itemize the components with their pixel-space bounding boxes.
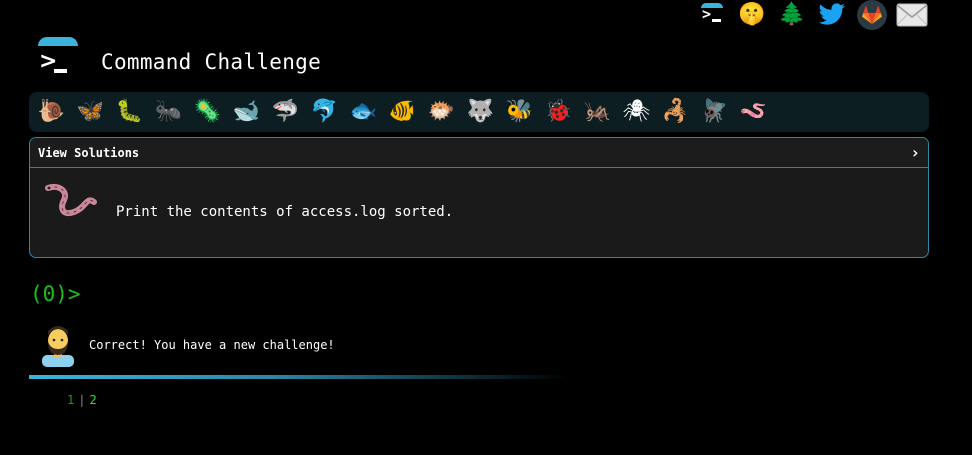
twitter-icon[interactable] (816, 0, 848, 30)
page: > 🤫 🌲 > Command Challenge 🐌 🦋 🐛 🐜 🦠 🐋 🦈 … (0, 0, 972, 455)
tropical-fish-icon[interactable]: 🐠 (386, 96, 419, 128)
spider-icon[interactable]: 🕷 (620, 96, 653, 128)
terminal-icon[interactable]: > (696, 0, 728, 30)
view-solutions-label: View Solutions (38, 145, 140, 160)
bee-icon[interactable]: 🐝 (503, 96, 536, 128)
page-link-1[interactable]: 1 (67, 393, 74, 407)
ant-icon[interactable]: 🐜 (152, 96, 185, 128)
challenge-body: Print the contents of access.log sorted. (30, 168, 928, 256)
worm-icon[interactable]: 🪱 (737, 96, 770, 128)
challenge-description: Print the contents of access.log sorted. (116, 204, 454, 220)
logo-icon[interactable]: > (36, 37, 80, 81)
shell-prompt[interactable]: (0)> (30, 282, 81, 306)
fly-icon[interactable]: 🪰 (698, 96, 731, 128)
whale-icon[interactable]: 🐋 (230, 96, 263, 128)
shushing-face-icon[interactable]: 🤫 (736, 0, 768, 30)
gitlab-fox-shape (862, 6, 882, 24)
shark-icon[interactable]: 🦈 (269, 96, 302, 128)
progress-divider (29, 375, 569, 379)
chevron-right-icon: › (910, 143, 920, 162)
cricket-icon[interactable]: 🦗 (581, 96, 614, 128)
envelope-shape (896, 3, 928, 27)
view-solutions-toggle[interactable]: View Solutions › (30, 138, 928, 168)
feedback-message: Correct! You have a new challenge! (89, 338, 335, 352)
pager-separator: | (78, 393, 86, 407)
gitlab-badge (857, 0, 887, 30)
mail-icon[interactable] (896, 0, 928, 30)
butterfly-icon[interactable]: 🦋 (74, 96, 107, 128)
page-link-2[interactable]: 2 (89, 393, 96, 407)
fish-icon[interactable]: 🐟 (347, 96, 380, 128)
ladybug-icon[interactable]: 🐞 (542, 96, 575, 128)
caterpillar-icon[interactable]: 🐛 (113, 96, 146, 128)
blowfish-icon[interactable]: 🐡 (425, 96, 458, 128)
tree-icon[interactable]: 🌲 (776, 0, 808, 30)
worm-challenge-icon (45, 184, 97, 216)
challenge-animal-bar: 🐌 🦋 🐛 🐜 🦠 🐋 🦈 🐬 🐟 🐠 🐡 🐺 🐝 🐞 🦗 🕷 🦂 🪰 🪱 (29, 92, 929, 132)
scorpion-icon[interactable]: 🦂 (659, 96, 692, 128)
page-title: Command Challenge (101, 50, 322, 74)
social-icons: > 🤫 🌲 (696, 0, 928, 30)
microbe-icon[interactable]: 🦠 (191, 96, 224, 128)
bearded-man-avatar (42, 326, 74, 367)
wolf-icon[interactable]: 🐺 (464, 96, 497, 128)
gitlab-icon[interactable] (856, 0, 888, 30)
twitter-bird-shape (818, 3, 845, 25)
dolphin-icon[interactable]: 🐬 (308, 96, 341, 128)
challenge-pager: 1 | 2 (67, 393, 97, 407)
challenge-panel: View Solutions › Print the contents of a… (29, 137, 929, 258)
snail-icon[interactable]: 🐌 (35, 96, 68, 128)
